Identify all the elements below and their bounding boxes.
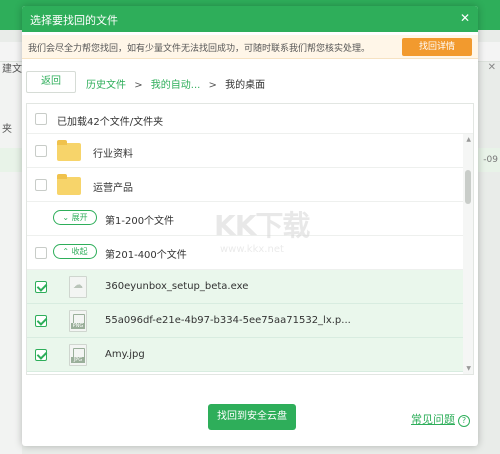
group-name: 第1-200个文件	[105, 216, 175, 227]
item-checkbox[interactable]	[35, 145, 47, 157]
watermark-logo: KK下载	[214, 209, 310, 242]
back-button[interactable]: 返回	[26, 71, 76, 93]
list-item[interactable]: JPG Amy.jpg	[27, 338, 473, 372]
navigation-bar: 返回 历史文件 > 我的自动... > 我的桌面	[26, 71, 474, 95]
breadcrumb: 历史文件 > 我的自动... > 我的桌面	[86, 76, 265, 91]
png-file-icon: PNG	[69, 310, 87, 332]
faq-link[interactable]: 常见问题?	[411, 411, 470, 427]
recover-to-cloud-button[interactable]: 找回到安全云盘	[208, 404, 296, 430]
list-item[interactable]: 360eyunbox_setup_beta.exe	[27, 270, 473, 304]
folder-icon	[57, 140, 81, 161]
background-sidebar: 建文 夹 微的	[0, 62, 22, 454]
notice-bar: 我们会尽全力帮您找回，如有少量文件无法找回成功，可随时联系我们帮您核实处理。 找…	[22, 35, 478, 59]
group-name: 第201-400个文件	[105, 250, 187, 261]
breadcrumb-separator: >	[134, 80, 143, 91]
list-item[interactable]: PNG 55a096df-e21e-4b97-b334-5ee75aa71532…	[27, 304, 473, 338]
group-checkbox[interactable]	[35, 247, 47, 259]
watermark-url: www.kkx.net	[220, 244, 284, 255]
list-item[interactable]: 运营产品	[27, 168, 473, 202]
item-checkbox[interactable]	[35, 349, 47, 361]
item-checkbox[interactable]	[35, 281, 47, 293]
scroll-up-icon[interactable]: ▲	[466, 136, 471, 143]
jpg-file-icon: JPG	[69, 344, 87, 366]
breadcrumb-my-auto[interactable]: 我的自动...	[151, 80, 201, 91]
item-name: 运营产品	[93, 183, 133, 194]
item-name: 360eyunbox_setup_beta.exe	[105, 281, 249, 292]
background-label: 建文	[2, 64, 22, 75]
loaded-count-label: 已加载42个文件/文件夹	[57, 117, 164, 128]
list-item[interactable]: 行业资料	[27, 134, 473, 168]
item-name: 行业资料	[93, 149, 133, 160]
background-close-icon: ✕	[487, 62, 496, 73]
notice-text: 我们会尽全力帮您找回，如有少量文件无法找回成功，可随时联系我们帮您核实处理。	[28, 44, 371, 54]
file-type-tag: PNG	[71, 323, 85, 329]
help-icon: ?	[458, 415, 470, 427]
close-icon[interactable]: ✕	[460, 11, 470, 25]
item-checkbox[interactable]	[35, 179, 47, 191]
item-name: Amy.jpg	[105, 349, 145, 360]
select-all-checkbox[interactable]	[35, 113, 47, 125]
scrollbar-thumb[interactable]	[465, 170, 471, 204]
faq-link-label: 常见问题	[411, 413, 455, 426]
breadcrumb-history-files[interactable]: 历史文件	[86, 80, 126, 91]
recover-details-button[interactable]: 找回详情	[402, 38, 472, 56]
recover-files-dialog: 选择要找回的文件 ✕ 我们会尽全力帮您找回，如有少量文件无法找回成功，可随时联系…	[22, 6, 478, 446]
background-label: 夹	[2, 124, 12, 135]
scroll-down-icon[interactable]: ▼	[466, 365, 471, 372]
folder-icon	[57, 174, 81, 195]
dialog-title: 选择要找回的文件	[30, 14, 118, 27]
dialog-header: 选择要找回的文件 ✕	[22, 6, 478, 32]
breadcrumb-my-desktop: 我的桌面	[225, 80, 266, 91]
breadcrumb-separator: >	[208, 80, 217, 91]
collapse-toggle[interactable]: ⌃ 收起	[53, 244, 97, 259]
watermark: KK下载 www.kkx.net	[214, 204, 314, 274]
item-name: 55a096df-e21e-4b97-b334-5ee75aa71532_lx.…	[105, 315, 351, 326]
list-scrollbar[interactable]: ▲ ▼	[463, 134, 473, 374]
background-right-text: -09	[483, 155, 498, 165]
list-header-row: 已加载42个文件/文件夹	[27, 104, 473, 134]
expand-toggle-label: 展开	[71, 213, 88, 222]
file-type-tag: JPG	[71, 357, 85, 363]
cloud-file-icon	[69, 276, 87, 298]
collapse-toggle-label: 收起	[71, 247, 88, 256]
item-checkbox[interactable]	[35, 315, 47, 327]
expand-toggle[interactable]: ⌄ 展开	[53, 210, 97, 225]
